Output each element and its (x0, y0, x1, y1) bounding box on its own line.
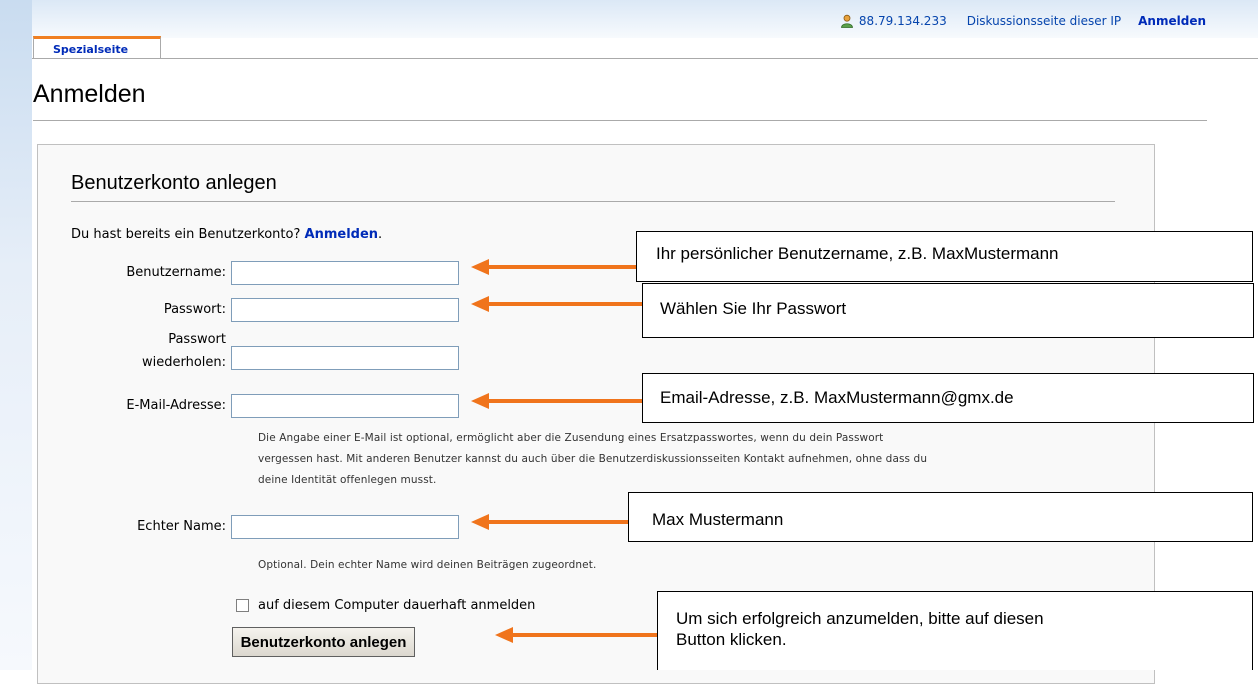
callout-password: Wählen Sie Ihr Passwort (642, 283, 1254, 338)
realname-label: Echter Name: (137, 519, 226, 534)
already-have-account: Du hast bereits ein Benutzerkonto? Anmel… (71, 227, 382, 242)
callout-realname: Max Mustermann (628, 492, 1253, 542)
arrow-email (471, 393, 642, 409)
left-strip (0, 0, 32, 670)
callout-submit: Um sich erfolgreich anzumelden, bitte au… (657, 591, 1253, 670)
form-heading-divider (71, 201, 1115, 202)
arrow-username (471, 259, 637, 275)
password-repeat-input[interactable] (231, 346, 459, 370)
already-login-link[interactable]: Anmelden (305, 227, 379, 242)
arrow-password (471, 296, 642, 312)
username-input[interactable] (231, 261, 459, 285)
email-input[interactable] (231, 394, 459, 418)
create-account-button[interactable]: Benutzerkonto anlegen (232, 627, 415, 657)
already-text: Du hast bereits ein Benutzerkonto? (71, 227, 301, 242)
password-repeat-label-line2: wiederholen: (141, 355, 226, 370)
form-heading: Benutzerkonto anlegen (71, 172, 277, 194)
user-icon (840, 14, 854, 28)
email-help-line1: Die Angabe einer E-Mail ist optional, er… (258, 432, 884, 444)
email-help-line3: deine Identität offenlegen musst. (258, 474, 437, 486)
email-label: E-Mail-Adresse: (126, 398, 226, 413)
username-label: Benutzername: (126, 265, 226, 280)
callout-username: Ihr persönlicher Benutzername, z.B. MaxM… (636, 231, 1253, 282)
personal-tools: 88.79.134.233 Diskussionsseite dieser IP… (840, 14, 1206, 28)
tab-special-page[interactable]: Spezialseite (33, 36, 161, 58)
callout-realname-text: Max Mustermann (652, 510, 784, 529)
arrow-submit (495, 627, 657, 643)
login-link[interactable]: Anmelden (1138, 14, 1206, 28)
password-label: Passwort: (163, 302, 226, 317)
realname-help: Optional. Dein echter Name wird deinen B… (258, 559, 597, 571)
checkbox-unchecked-icon[interactable] (236, 599, 249, 612)
callout-email: Email-Adresse, z.B. MaxMustermann@gmx.de (642, 373, 1254, 423)
arrow-realname (471, 514, 628, 530)
realname-input[interactable] (231, 515, 459, 539)
callout-username-text: Ihr persönlicher Benutzername, z.B. MaxM… (656, 244, 1059, 263)
ip-address-link[interactable]: 88.79.134.233 (859, 14, 947, 28)
remember-me[interactable]: auf diesem Computer dauerhaft anmelden (236, 598, 535, 613)
title-divider (33, 120, 1207, 121)
callout-submit-text-line1: Um sich erfolgreich anzumelden, bitte au… (676, 609, 1044, 628)
callout-email-text: Email-Adresse, z.B. MaxMustermann@gmx.de (660, 388, 1014, 407)
password-repeat-label-line1: Passwort (168, 332, 226, 347)
callout-submit-text-line2: Button klicken. (676, 630, 787, 649)
page-title: Anmelden (33, 80, 146, 108)
password-input[interactable] (231, 298, 459, 322)
callout-password-text: Wählen Sie Ihr Passwort (660, 299, 847, 318)
ip-talk-page-link[interactable]: Diskussionsseite dieser IP (967, 14, 1121, 28)
already-period: . (378, 227, 383, 242)
email-help-line2: vergessen hast. Mit anderen Benutzer kan… (258, 453, 928, 465)
remember-me-label: auf diesem Computer dauerhaft anmelden (258, 598, 536, 613)
